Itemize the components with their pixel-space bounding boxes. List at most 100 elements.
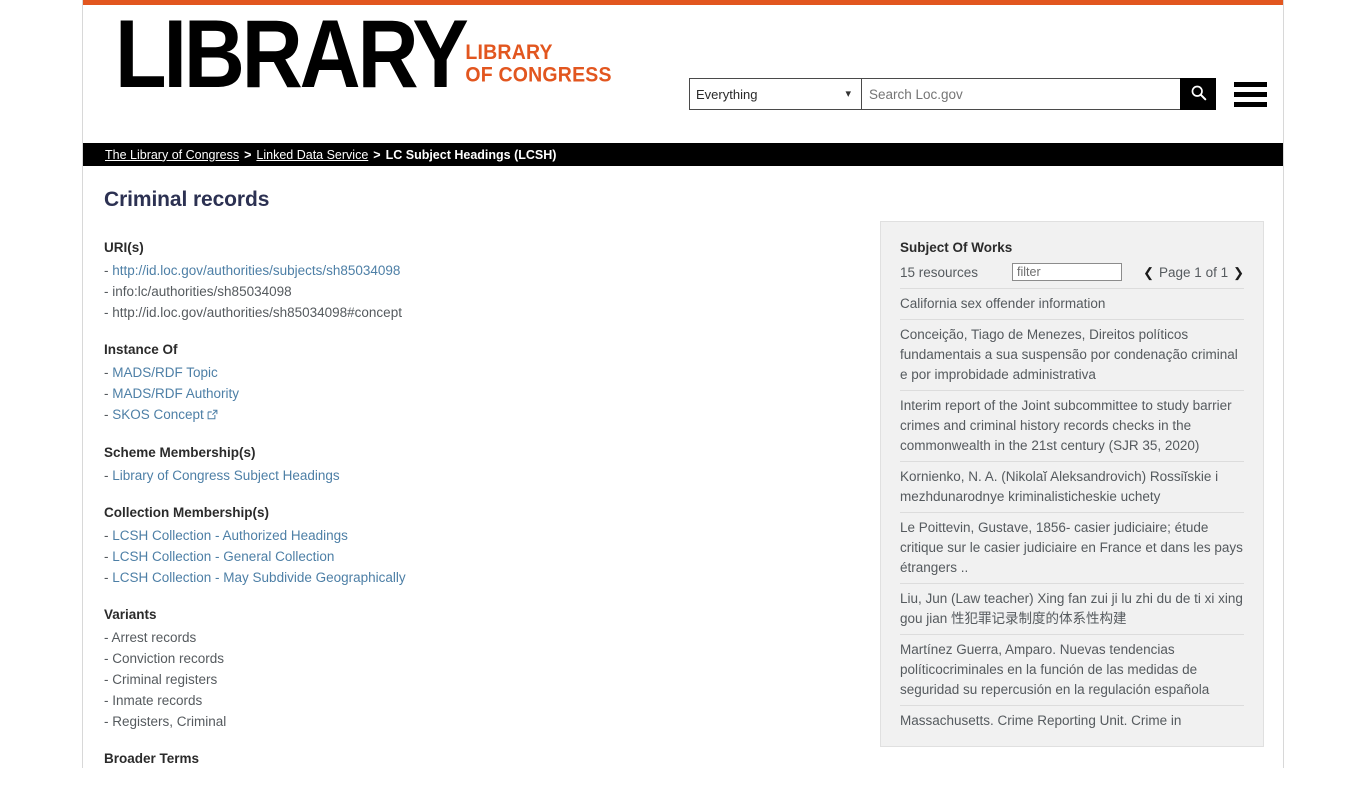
field-item: - Criminal registers: [104, 669, 844, 690]
list-dash: -: [104, 305, 113, 320]
field-group-instance-of: Instance Of - MADS/RDF Topic - MADS/RDF …: [104, 342, 844, 426]
search-scope-wrapper: Everything ▾: [689, 78, 861, 110]
list-dash: -: [104, 263, 113, 278]
field-group-scheme-membership: Scheme Membership(s) - Library of Congre…: [104, 445, 844, 486]
list-dash: -: [104, 284, 113, 299]
field-item: - Arrest records: [104, 627, 844, 648]
list-dash: -: [104, 651, 113, 666]
logo-subtitle: LIBRARY OF CONGRESS: [465, 40, 612, 87]
field-item: - http://id.loc.gov/authorities/sh850340…: [104, 302, 844, 323]
collection-link-general-collection[interactable]: LCSH Collection - General Collection: [112, 549, 334, 564]
chevron-left-icon[interactable]: ❮: [1143, 266, 1154, 279]
field-label: Instance Of: [104, 342, 178, 357]
breadcrumb-separator-2: >: [373, 147, 381, 162]
resource-count: 15 resources: [900, 264, 979, 280]
list-item[interactable]: California sex offender information: [900, 288, 1244, 319]
logo-wordmark: LIBRARY: [115, 0, 469, 109]
breadcrumb: The Library of Congress > Linked Data Se…: [83, 143, 1283, 166]
field-label: Collection Membership(s): [104, 505, 270, 520]
field-label: URI(s): [104, 240, 144, 255]
logo-subtitle-line2: OF CONGRESS: [465, 63, 612, 87]
subject-of-works-panel: Subject Of Works 15 resources ❮ Page 1 o…: [880, 221, 1264, 747]
page-container: LIBRARY LIBRARY OF CONGRESS Everything ▾: [82, 0, 1284, 773]
external-link-icon: [207, 405, 218, 426]
list-dash: -: [104, 549, 113, 564]
instance-of-link-mads-authority[interactable]: MADS/RDF Authority: [112, 386, 239, 401]
instance-of-link-mads-topic[interactable]: MADS/RDF Topic: [112, 365, 218, 380]
list-item[interactable]: Liu, Jun (Law teacher) Xing fan zui ji l…: [900, 583, 1244, 634]
field-label: Variants: [104, 607, 157, 622]
field-item: - MADS/RDF Topic: [104, 362, 844, 383]
list-dash: -: [104, 672, 113, 687]
list-item[interactable]: Martínez Guerra, Amparo. Nuevas tendenci…: [900, 634, 1244, 705]
variant-inmate-records: Inmate records: [112, 693, 203, 708]
instance-of-link-skos-concept[interactable]: SKOS Concept: [112, 407, 204, 422]
list-dash: -: [104, 693, 113, 708]
resource-list: California sex offender information Conc…: [900, 288, 1244, 736]
field-item: - LCSH Collection - May Subdivide Geogra…: [104, 567, 844, 588]
breadcrumb-separator-1: >: [244, 147, 252, 162]
content-area: Criminal records URI(s) - http://id.loc.…: [83, 166, 1283, 773]
list-item[interactable]: Massachusetts. Crime Reporting Unit. Cri…: [900, 705, 1244, 736]
field-group-uris: URI(s) - http://id.loc.gov/authorities/s…: [104, 240, 844, 323]
field-label: Scheme Membership(s): [104, 445, 256, 460]
panel-title: Subject Of Works: [900, 240, 1013, 255]
uri-link-1[interactable]: http://id.loc.gov/authorities/subjects/s…: [112, 263, 400, 278]
field-group-collection-membership: Collection Membership(s) - LCSH Collecti…: [104, 505, 844, 588]
chevron-right-icon[interactable]: ❯: [1233, 266, 1244, 279]
search-scope-select[interactable]: Everything: [689, 78, 861, 110]
filter-input[interactable]: [1012, 263, 1122, 281]
collection-link-may-subdivide-geographically[interactable]: LCSH Collection - May Subdivide Geograph…: [112, 570, 405, 585]
field-item: - LCSH Collection - General Collection: [104, 546, 844, 567]
search-input[interactable]: [861, 78, 1181, 110]
search-button[interactable]: [1180, 78, 1216, 110]
field-label: Broader Terms: [104, 751, 200, 766]
variant-criminal-registers: Criminal registers: [112, 672, 218, 687]
hamburger-menu-icon[interactable]: [1234, 81, 1267, 107]
uri-text-2: info:lc/authorities/sh85034098: [112, 284, 292, 299]
panel-meta-row: 15 resources ❮ Page 1 of 1 ❯: [900, 263, 1244, 281]
list-dash: -: [104, 570, 113, 585]
hamburger-bar-2: [1234, 91, 1267, 97]
scheme-membership-link-lcsh[interactable]: Library of Congress Subject Headings: [112, 468, 339, 483]
breadcrumb-item-library-of-congress[interactable]: The Library of Congress: [105, 148, 239, 162]
field-group-broader-terms: Broader Terms: [104, 751, 844, 766]
list-dash: -: [104, 365, 113, 380]
list-item[interactable]: Conceição, Tiago de Menezes, Direitos po…: [900, 319, 1244, 390]
variant-conviction-records: Conviction records: [112, 651, 225, 666]
field-group-variants: Variants - Arrest records - Conviction r…: [104, 607, 844, 732]
field-item: - info:lc/authorities/sh85034098: [104, 281, 844, 302]
field-item: - Inmate records: [104, 690, 844, 711]
list-dash: -: [104, 714, 113, 729]
list-dash: -: [104, 528, 113, 543]
list-item[interactable]: Kornienko, N. A. (Nikolaĭ Aleksandrovich…: [900, 461, 1244, 512]
list-item[interactable]: Interim report of the Joint subcommittee…: [900, 390, 1244, 461]
field-item: - Registers, Criminal: [104, 711, 844, 732]
field-item: - LCSH Collection - Authorized Headings: [104, 525, 844, 546]
field-item: - http://id.loc.gov/authorities/subjects…: [104, 260, 844, 281]
field-item: - Conviction records: [104, 648, 844, 669]
page-title: Criminal records: [104, 188, 270, 211]
variant-arrest-records: Arrest records: [111, 630, 197, 645]
pagination-controls: ❮ Page 1 of 1 ❯: [1143, 265, 1244, 280]
field-item: - MADS/RDF Authority: [104, 383, 844, 404]
uri-text-3: http://id.loc.gov/authorities/sh85034098…: [112, 305, 402, 320]
page-indicator: Page 1 of 1: [1159, 264, 1229, 280]
main-column: Criminal records URI(s) - http://id.loc.…: [104, 188, 844, 785]
list-dash: -: [104, 630, 112, 645]
collection-link-authorized-headings[interactable]: LCSH Collection - Authorized Headings: [112, 528, 348, 543]
site-header: LIBRARY LIBRARY OF CONGRESS Everything ▾: [83, 5, 1283, 143]
list-item[interactable]: Le Poittevin, Gustave, 1856- casier judi…: [900, 512, 1244, 583]
field-item: - SKOS Concept: [104, 404, 844, 426]
logo-subtitle-line1: LIBRARY: [465, 40, 553, 65]
loc-logo[interactable]: LIBRARY LIBRARY OF CONGRESS: [115, 6, 612, 103]
variant-registers-criminal: Registers, Criminal: [112, 714, 227, 729]
search-icon: [1190, 84, 1207, 104]
hamburger-bar-1: [1234, 81, 1267, 87]
list-dash: -: [104, 468, 113, 483]
list-dash: -: [104, 386, 113, 401]
breadcrumb-item-current: LC Subject Headings (LCSH): [385, 147, 557, 162]
search-area: Everything ▾: [689, 78, 1267, 110]
list-dash: -: [104, 407, 113, 422]
breadcrumb-item-linked-data-service[interactable]: Linked Data Service: [256, 148, 368, 162]
